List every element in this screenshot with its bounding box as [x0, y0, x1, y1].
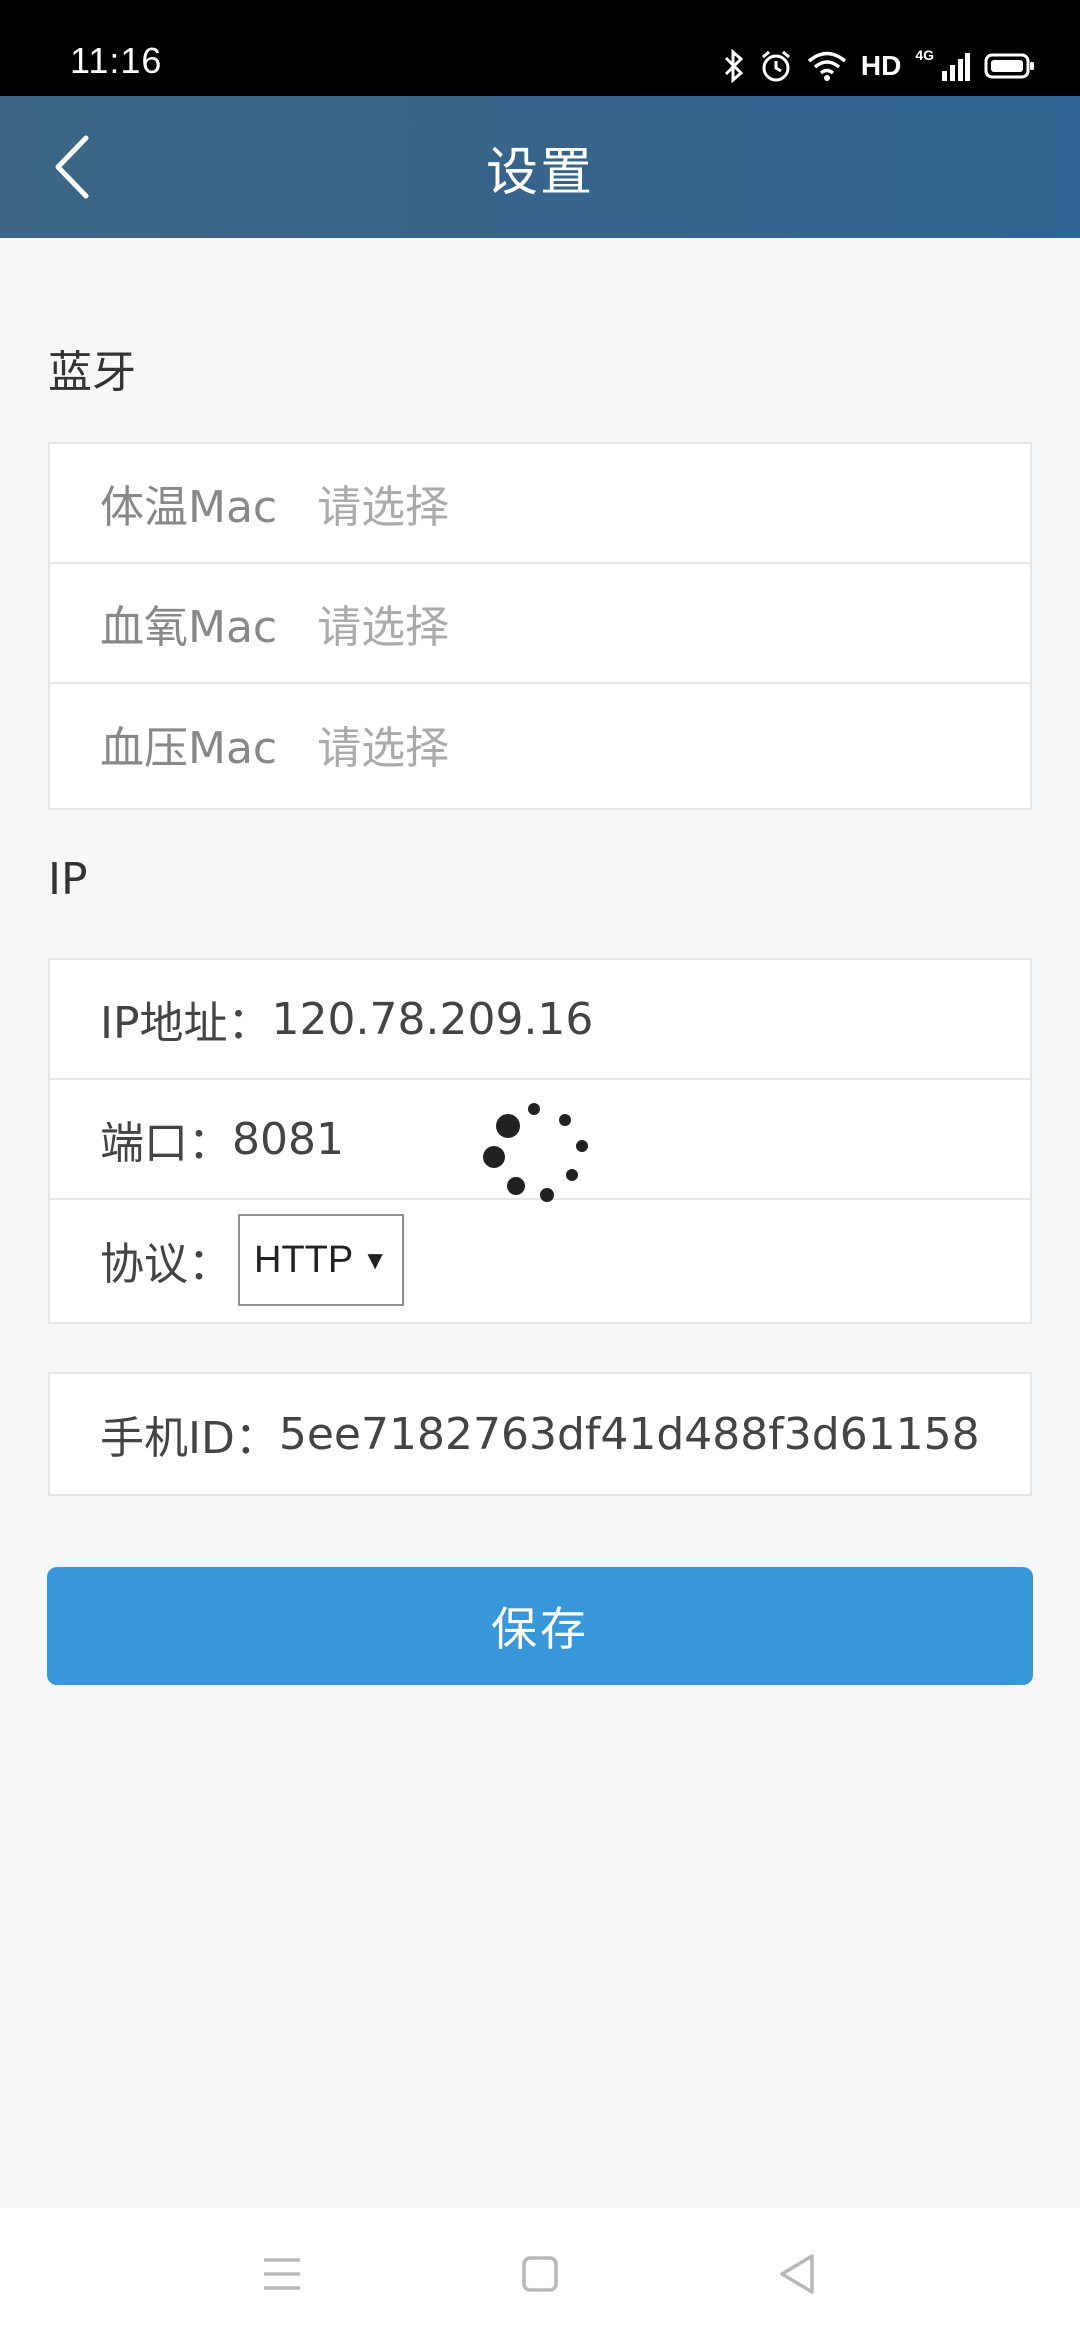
temperature-mac-select[interactable]: 请选择 — [317, 471, 449, 535]
loading-spinner-icon — [483, 1103, 588, 1202]
port-input[interactable]: 8081 — [232, 1114, 344, 1165]
temperature-mac-label: 体温Mac — [100, 482, 278, 533]
protocol-selected-value: HTTP — [254, 1238, 354, 1281]
ip-address-row[interactable]: IP地址： 120.78.209.16 — [50, 960, 1030, 1080]
triangle-back-icon — [780, 2254, 814, 2294]
protocol-select[interactable]: HTTP ▼ — [238, 1214, 404, 1306]
status-time: 11:16 — [70, 40, 163, 81]
status-bar: 11:16 HD 4G — [0, 0, 1080, 96]
app-header: 设置 — [0, 96, 1080, 238]
menu-icon — [264, 2258, 300, 2290]
protocol-row: 协议： HTTP ▼ — [50, 1200, 1030, 1320]
menu-nav-button[interactable] — [252, 2244, 312, 2304]
protocol-label: 协议： — [100, 1239, 232, 1290]
battery-icon — [984, 52, 1036, 80]
signal-icon — [940, 51, 970, 81]
status-icons: HD 4G — [723, 44, 1036, 88]
blood-pressure-mac-label: 血压Mac — [100, 723, 278, 774]
phone-id-group: 手机ID： 5ee7182763df41d488f3d61158 — [48, 1372, 1032, 1496]
phone-id-input[interactable]: 5ee7182763df41d488f3d61158 — [279, 1409, 980, 1460]
blood-pressure-mac-row[interactable]: 血压Mac 请选择 — [50, 684, 1030, 804]
blood-pressure-mac-select[interactable]: 请选择 — [317, 712, 449, 776]
save-button[interactable]: 保存 — [47, 1567, 1033, 1685]
network-type-label: 4G — [915, 47, 934, 63]
temperature-mac-row[interactable]: 体温Mac 请选择 — [50, 444, 1030, 564]
alarm-icon — [759, 49, 793, 83]
ip-address-input[interactable]: 120.78.209.16 — [272, 994, 594, 1045]
phone-id-label: 手机ID： — [100, 1413, 279, 1464]
dropdown-arrow-icon: ▼ — [362, 1244, 388, 1275]
port-label: 端口： — [100, 1118, 232, 1169]
ip-section-title: IP — [48, 854, 88, 905]
phone-id-row[interactable]: 手机ID： 5ee7182763df41d488f3d61158 — [50, 1374, 1030, 1494]
wifi-icon — [807, 50, 847, 82]
page-title: 设置 — [485, 143, 594, 203]
bluetooth-section-title: 蓝牙 — [48, 347, 136, 398]
oxygen-mac-select[interactable]: 请选择 — [317, 591, 449, 655]
oxygen-mac-row[interactable]: 血氧Mac 请选择 — [50, 564, 1030, 684]
system-nav-bar — [0, 2208, 1080, 2340]
square-home-icon — [522, 2256, 558, 2292]
bluetooth-group: 体温Mac 请选择 血氧Mac 请选择 血压Mac 请选择 — [48, 442, 1032, 810]
hd-label: HD — [860, 50, 902, 81]
oxygen-mac-label: 血氧Mac — [100, 602, 278, 653]
bluetooth-icon — [723, 49, 745, 83]
back-nav-button[interactable] — [768, 2244, 828, 2304]
ip-address-label: IP地址： — [100, 998, 272, 1049]
home-nav-button[interactable] — [510, 2244, 570, 2304]
